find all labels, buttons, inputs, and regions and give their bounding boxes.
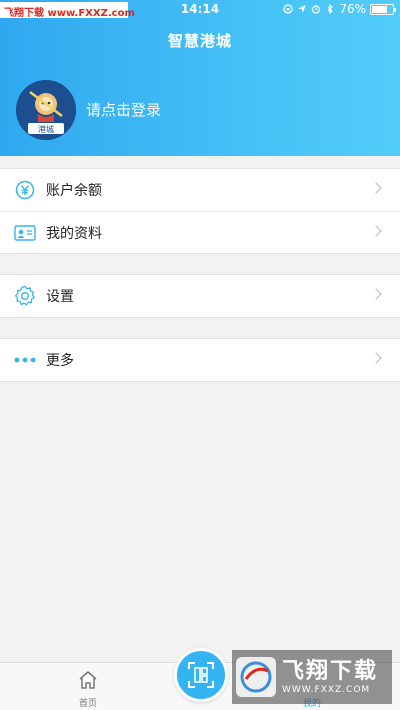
gear-icon — [14, 285, 36, 307]
menu-item-label: 账户余额 — [46, 183, 102, 199]
avatar[interactable]: 港城 — [16, 80, 76, 140]
battery-level — [372, 5, 388, 13]
id-card-icon — [14, 222, 36, 244]
tab-home[interactable]: 首页 — [38, 663, 138, 710]
yuan-icon — [14, 179, 36, 201]
watermark-url: WWW.FXXZ.COM — [282, 685, 371, 695]
menu-group-settings: 设置 — [0, 274, 400, 318]
more-dots-icon — [14, 349, 36, 371]
page-title: 智慧港城 — [167, 32, 232, 50]
menu-item-label: 更多 — [46, 353, 74, 369]
scan-qr-button[interactable] — [174, 648, 228, 702]
chevron-right-icon — [370, 225, 382, 237]
menu-item-settings[interactable]: 设置 — [0, 275, 400, 317]
bluetooth-icon — [327, 4, 334, 14]
tab-home-label: 首页 — [78, 699, 97, 709]
menu-item-account-balance[interactable]: 账户余额 — [0, 169, 400, 211]
monkey-mascot-icon: 港城 — [16, 80, 76, 140]
battery-percent: 76% — [339, 2, 366, 16]
location-icon — [298, 5, 307, 13]
watermark-logo-icon — [236, 657, 276, 697]
home-icon — [79, 671, 97, 689]
status-right: 76% — [283, 2, 396, 16]
menu-group-more: 更多 — [0, 338, 400, 382]
qr-scan-icon — [188, 662, 214, 688]
chevron-right-icon — [370, 352, 382, 364]
menu-item-my-profile[interactable]: 我的资料 — [0, 211, 400, 253]
chevron-right-icon — [370, 288, 382, 300]
login-prompt[interactable]: 请点击登录 — [86, 99, 161, 120]
watermark-title: 飞翔下载 — [282, 659, 379, 684]
menu-item-label: 设置 — [46, 289, 74, 305]
status-bar: 飞翔下载 www.FXXZ.com 14:14 76% — [0, 0, 400, 19]
watermark-bottom: 飞翔下载 WWW.FXXZ.COM — [232, 650, 392, 704]
alarm-icon — [312, 5, 321, 14]
avatar-text: 港城 — [38, 124, 54, 134]
chevron-right-icon — [370, 182, 382, 194]
menu-item-label: 我的资料 — [46, 225, 102, 242]
lock-rotation-icon — [283, 4, 293, 14]
battery-icon — [370, 3, 396, 15]
menu-group-account: 账户余额 我的资料 — [0, 168, 400, 254]
menu-item-more[interactable]: 更多 — [0, 339, 400, 381]
profile-header: 飞翔下载 www.FXXZ.com 14:14 76% 智慧港城 港城 请点击登… — [0, 0, 400, 156]
